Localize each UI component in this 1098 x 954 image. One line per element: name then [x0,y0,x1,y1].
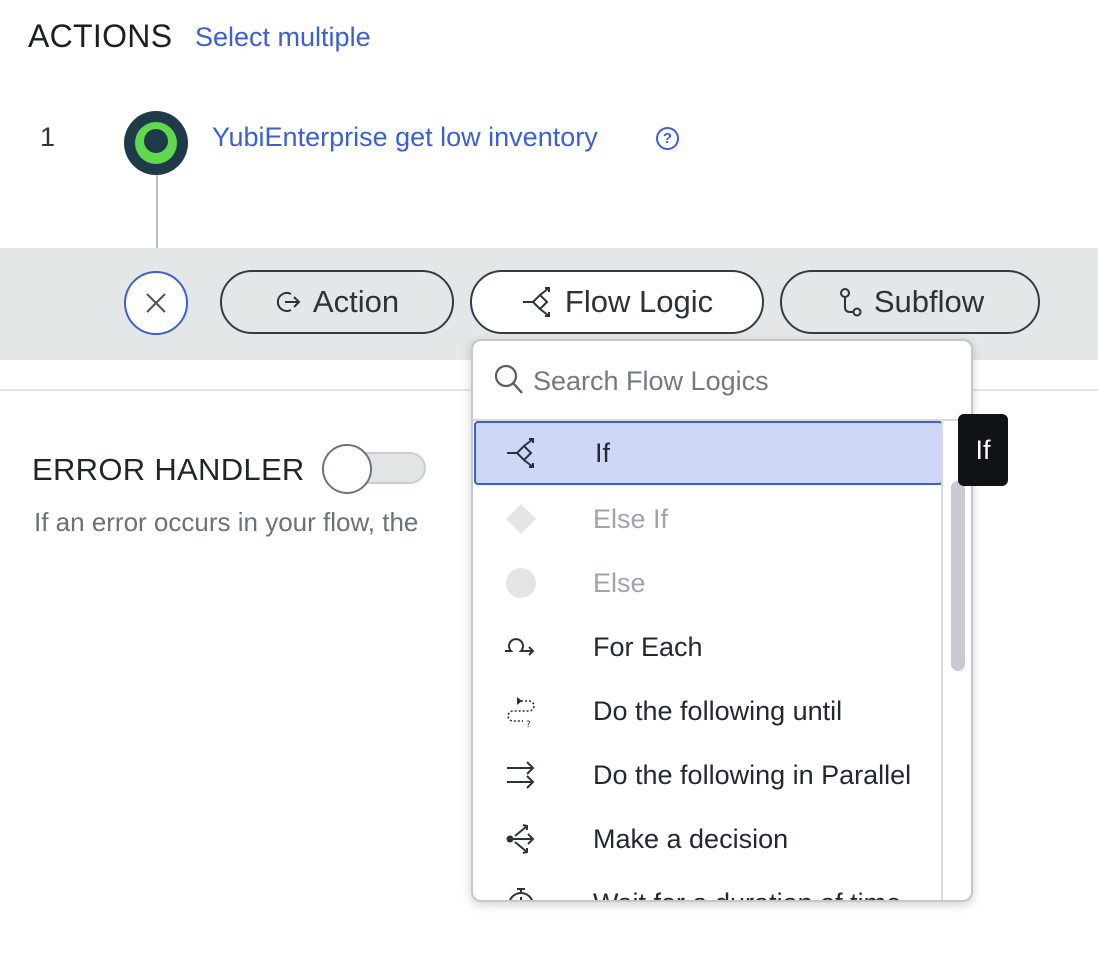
list-item-label: Else If [593,504,669,534]
list-item-label: If [595,438,611,468]
flow-logic-dropdown: If Else If Else For Each ? [471,339,973,902]
search-input[interactable] [533,359,933,403]
list-item-label: Wait for a duration of time [593,888,901,900]
list-item-label: Make a decision [593,824,789,854]
flow-logic-button[interactable]: Flow Logic [470,270,764,334]
step-user-icon [124,111,188,175]
branch-icon [522,287,550,317]
list-item-else: Else [473,551,941,615]
list-item-label: Do the following in Parallel [593,760,912,790]
action-button-label: Action [312,284,400,319]
list-item-label: Else [593,568,646,598]
action-icon [276,292,301,312]
list-item-if[interactable]: If [474,421,941,485]
dotted-loop-icon: ? [507,697,535,729]
error-handler-description: If an error occurs in your flow, the [34,507,419,537]
tooltip: If [958,414,1008,486]
parallel-arrows-icon [507,761,535,789]
branch-icon [507,438,534,468]
select-multiple-link[interactable]: Select multiple [195,22,371,53]
step-connector-line [156,175,158,248]
list-item-for-each[interactable]: For Each [473,615,941,679]
help-icon[interactable]: ? [656,127,679,150]
list-item-parallel[interactable]: Do the following in Parallel [473,743,941,807]
step-number: 1 [40,122,56,152]
svg-text:?: ? [526,720,531,729]
subflow-button-label: Subflow [873,284,985,319]
diamond-icon [506,504,536,534]
subflow-icon [839,288,862,317]
loop-icon [505,638,535,656]
subflow-button[interactable]: Subflow [780,270,1040,334]
timer-icon [509,888,533,900]
page-title: ACTIONS [28,18,173,54]
list-item-wait[interactable]: Wait for a duration of time [473,871,941,900]
close-icon [146,293,166,313]
flow-logic-button-label: Flow Logic [564,284,714,319]
search-row [473,341,971,421]
error-handler-title: ERROR HANDLER [32,452,305,487]
scrollbar-thumb[interactable] [951,481,965,671]
toggle-knob[interactable] [322,444,372,494]
list-item-decision[interactable]: Make a decision [473,807,941,871]
circle-icon [506,568,536,598]
list-item-do-until[interactable]: ? Do the following until [473,679,941,743]
search-icon [494,364,523,394]
action-button[interactable]: Action [220,270,454,334]
list-item-label: Do the following until [593,696,843,726]
close-button[interactable] [124,271,188,335]
list-item-label: For Each [593,632,703,662]
decision-icon [506,824,535,854]
list-item-else-if: Else If [473,487,941,551]
flow-logic-list[interactable]: If Else If Else For Each ? Do the follow… [473,421,943,900]
step-action-link[interactable]: YubiEnterprise get low inventory [212,122,598,153]
